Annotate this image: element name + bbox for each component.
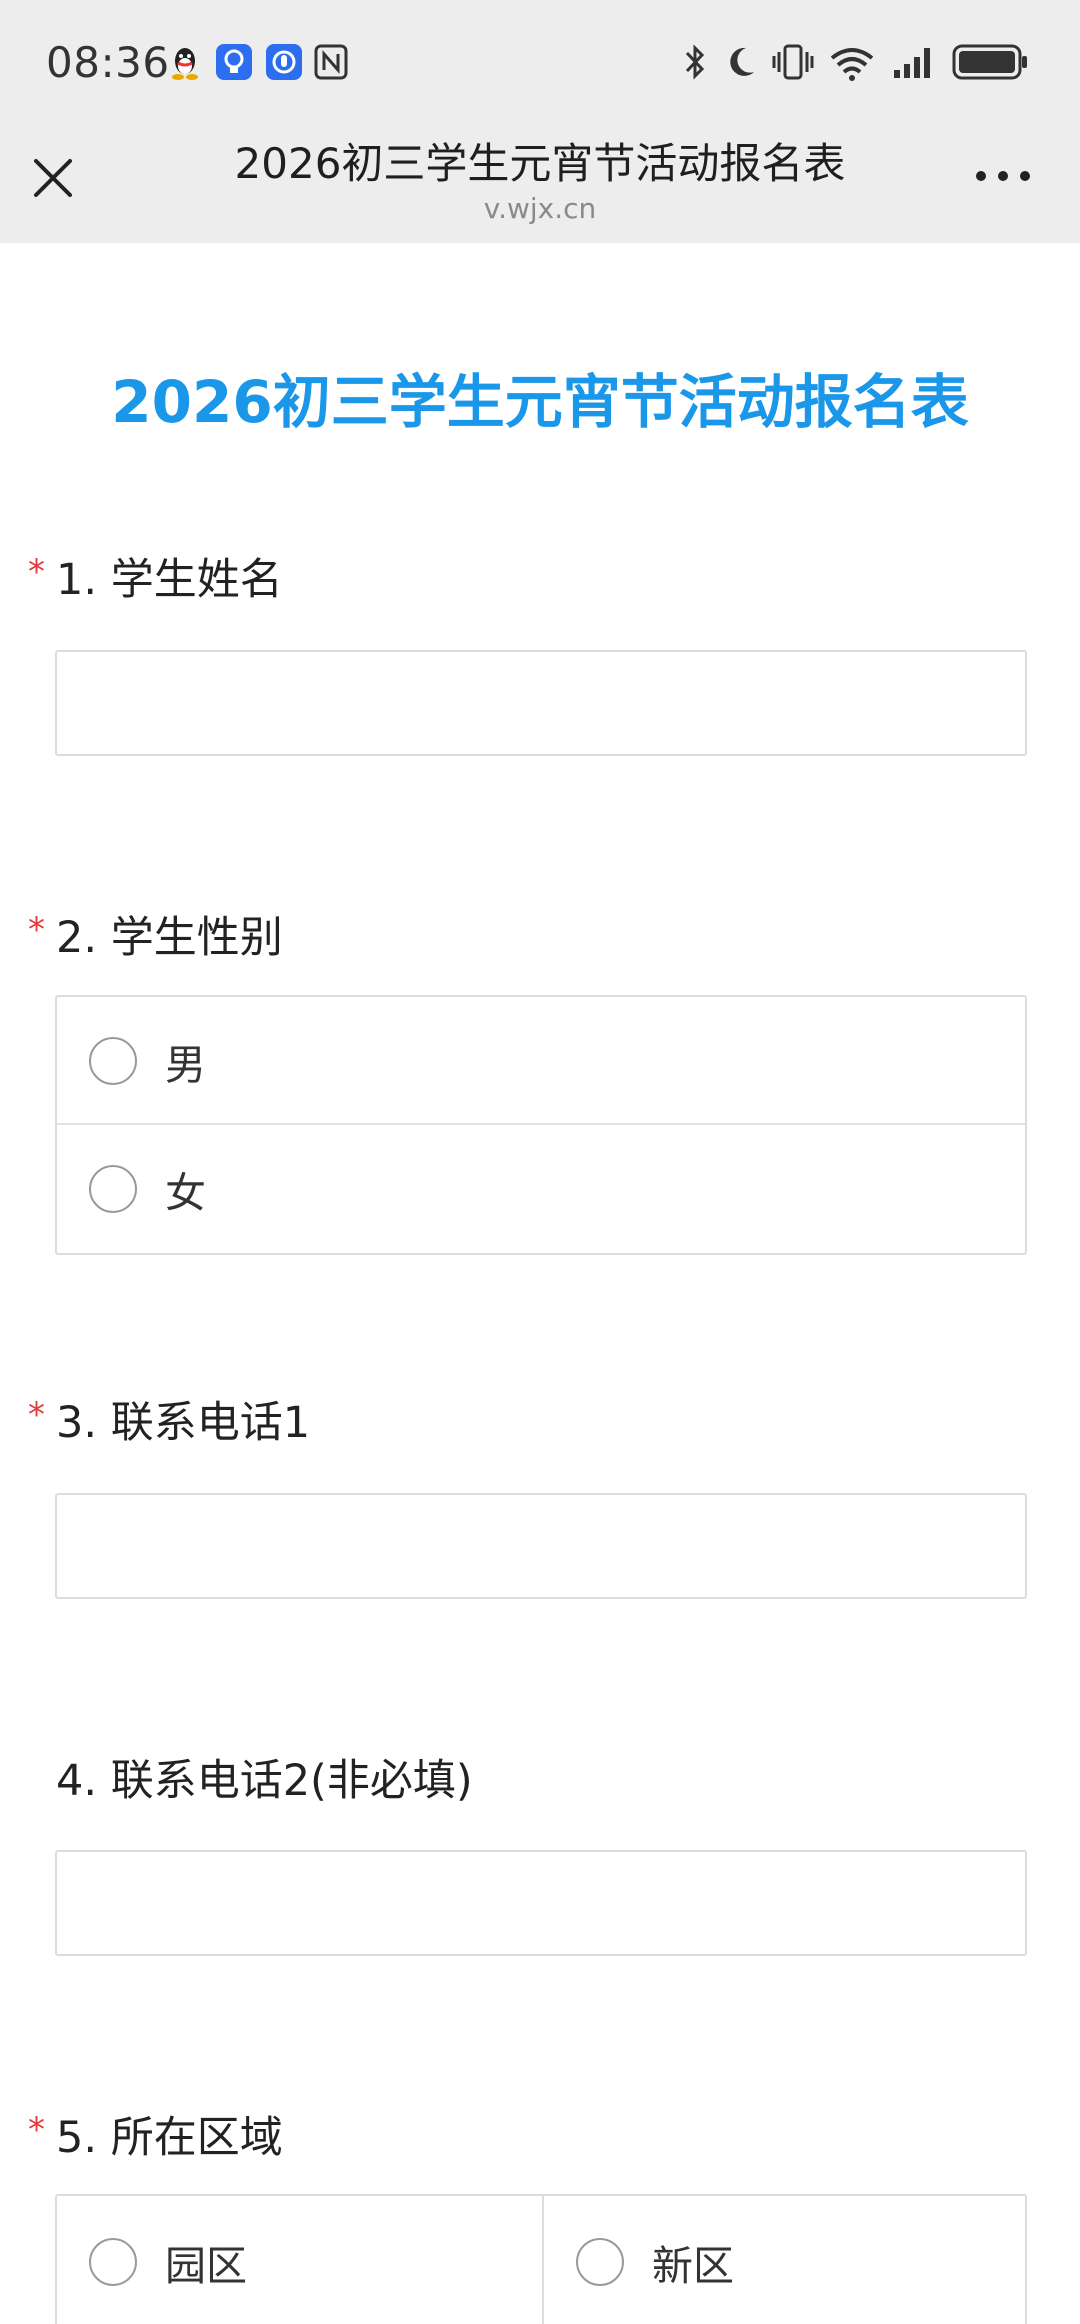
option-label: 男 <box>165 1041 206 1089</box>
option-label: 新区 <box>652 2242 734 2290</box>
option-label: 园区 <box>165 2242 247 2290</box>
gender-option-male[interactable]: 男 <box>57 997 1025 1125</box>
required-marker: * <box>28 2110 45 2150</box>
question-label-region: 5. 所在区域 <box>56 2113 283 2163</box>
hand-app-icon <box>266 44 302 80</box>
dot-icon <box>976 171 986 181</box>
phone-1-input[interactable] <box>55 1493 1027 1599</box>
cellular-signal-icon <box>894 48 930 78</box>
more-options-button[interactable] <box>976 171 1036 185</box>
vibrate-icon <box>772 44 814 80</box>
radio-button[interactable] <box>89 1165 137 1213</box>
battery-icon <box>952 44 1027 80</box>
close-icon[interactable] <box>28 153 78 203</box>
phone-2-input[interactable] <box>55 1850 1027 1956</box>
question-label-phone-2: 4. 联系电话2(非必填) <box>56 1756 473 1806</box>
required-marker: * <box>28 552 45 592</box>
form-title: 2026初三学生元宵节活动报名表 <box>111 368 969 436</box>
question-label-student-name: 1. 学生姓名 <box>56 555 283 605</box>
student-name-input[interactable] <box>55 650 1027 756</box>
lightbulb-app-icon <box>216 44 252 80</box>
radio-button[interactable] <box>576 2238 624 2286</box>
gender-radio-group: 男 女 <box>55 995 1027 1255</box>
dot-icon <box>998 171 1008 181</box>
region-option-yuanqu[interactable]: 园区 <box>57 2196 540 2324</box>
question-label-phone-1: 3. 联系电话1 <box>56 1398 311 1448</box>
question-label-student-gender: 2. 学生性别 <box>56 913 283 963</box>
page-url: v.wjx.cn <box>483 192 597 225</box>
nfc-icon <box>314 44 348 80</box>
bluetooth-icon <box>685 44 705 80</box>
region-radio-group: 园区 新区 <box>55 2194 1027 2324</box>
page-title: 2026初三学生元宵节活动报名表 <box>234 139 846 188</box>
option-label: 女 <box>165 1169 206 1217</box>
required-marker: * <box>28 1395 45 1435</box>
gender-option-female[interactable]: 女 <box>57 1125 1025 1253</box>
radio-button[interactable] <box>89 2238 137 2286</box>
wifi-icon <box>830 48 874 81</box>
webview-header: 2026初三学生元宵节活动报名表 v.wjx.cn <box>0 128 1080 243</box>
qq-penguin-icon <box>172 48 198 80</box>
moon-icon <box>730 47 754 76</box>
status-time: 08:36 <box>46 38 170 87</box>
radio-button[interactable] <box>89 1037 137 1085</box>
status-bar: 08:36 <box>0 0 1080 128</box>
dot-icon <box>1020 171 1030 181</box>
region-option-xinqu[interactable]: 新区 <box>542 2196 1025 2324</box>
required-marker: * <box>28 910 45 950</box>
